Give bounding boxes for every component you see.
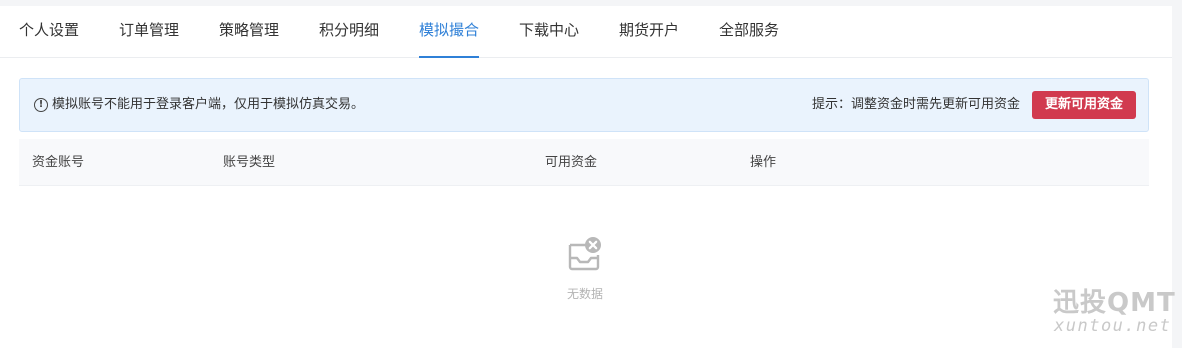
column-header-account-type: 账号类型 <box>223 155 276 170</box>
main-panel: 个人设置 订单管理 策略管理 积分明细 模拟撮合 下载中心 期货开户 全部服务 … <box>0 6 1172 348</box>
tab-futures-account[interactable]: 期货开户 <box>619 6 679 58</box>
table-header: 资金账号 账号类型 可用资金 操作 <box>19 139 1149 186</box>
watermark-url: xuntou.net <box>1054 316 1172 336</box>
tab-points-detail[interactable]: 积分明细 <box>319 6 379 58</box>
tab-all-services[interactable]: 全部服务 <box>719 6 779 58</box>
tab-download-center[interactable]: 下载中心 <box>519 6 579 58</box>
empty-state-text: 无数据 <box>566 287 603 301</box>
notice-bar: ! 模拟账号不能用于登录客户端，仅用于模拟仿真交易。 提示：调整资金时需先更新可… <box>19 78 1149 132</box>
empty-inbox-icon <box>568 237 601 271</box>
watermark-title: 迅投QMT <box>1053 288 1176 318</box>
tab-order-management[interactable]: 订单管理 <box>119 6 179 58</box>
column-header-account: 资金账号 <box>32 155 85 170</box>
info-circle-icon: ! <box>34 98 48 112</box>
tab-bar: 个人设置 订单管理 策略管理 积分明细 模拟撮合 下载中心 期货开户 全部服务 <box>0 6 1172 58</box>
update-available-funds-button[interactable]: 更新可用资金 <box>1032 91 1136 119</box>
tab-personal-settings[interactable]: 个人设置 <box>19 6 79 58</box>
column-header-actions: 操作 <box>750 155 777 170</box>
tab-simulated-matching[interactable]: 模拟撮合 <box>419 6 480 58</box>
hint-text: 提示：调整资金时需先更新可用资金 <box>811 97 1020 112</box>
tab-strategy-management[interactable]: 策略管理 <box>219 6 279 58</box>
notice-text: 模拟账号不能用于登录客户端，仅用于模拟仿真交易。 <box>52 97 365 112</box>
column-header-available-funds: 可用资金 <box>545 155 598 170</box>
